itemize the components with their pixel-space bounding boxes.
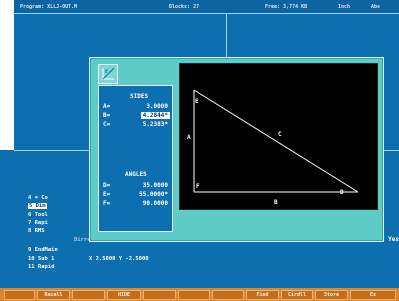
abs-label: Abs: [371, 4, 381, 10]
angle-f-field[interactable]: 90.0000: [141, 200, 170, 207]
angle-e-field[interactable]: 55.0000*: [137, 191, 170, 198]
angles-heading: ANGLES: [125, 171, 147, 178]
triangle-values-panel: SIDES A= 3.0000 B= 4.2844* C= 5.2383* AN…: [98, 85, 173, 232]
angle-d-label: D=: [103, 182, 111, 189]
triangle-tool-icon: [98, 64, 118, 84]
fkey-cirdll[interactable]: Cirdll: [281, 290, 313, 300]
side-a-label: A=: [103, 103, 111, 110]
side-c-field[interactable]: 5.2383*: [141, 121, 170, 128]
triangle-side-c: [193, 89, 359, 193]
list-item[interactable]: 8 RMS: [28, 228, 45, 234]
list-item[interactable]: 11 Rapid: [28, 264, 55, 270]
vertex-d-label: D: [340, 189, 344, 196]
cnc-screen: Program: XLLJ-OUT.M Blocks: 27 Free: 3,7…: [14, 0, 399, 288]
side-c-label: C=: [103, 121, 111, 128]
fkey-7[interactable]: [212, 290, 244, 300]
units-label: Inch: [338, 4, 351, 10]
triangle-solver-dialog: SIDES A= 3.0000 B= 4.2844* C= 5.2383* AN…: [89, 57, 384, 242]
list-item-selected[interactable]: 5 Dim: [28, 203, 47, 209]
list-item[interactable]: 9 EndMain: [28, 247, 58, 253]
fkey-5[interactable]: [143, 290, 176, 300]
list-item[interactable]: 6 Tool: [28, 212, 48, 218]
program-name: Program: XLLJ-OUT.M: [20, 4, 78, 10]
vertex-e-label: E: [195, 98, 199, 105]
fkey-recall[interactable]: Recall: [37, 290, 70, 300]
fkey-6[interactable]: [178, 290, 210, 300]
side-b-mark: B: [274, 199, 278, 206]
free-memory: Free: 3,774 KB: [265, 4, 308, 10]
fkey-hide[interactable]: HIDE: [107, 290, 141, 300]
left-edge-panel: [0, 150, 14, 301]
side-a-field[interactable]: 3.0000: [144, 103, 170, 110]
list-item[interactable]: 4 = Co: [28, 195, 48, 201]
list-item[interactable]: 10 Sub 1: [28, 256, 55, 262]
status-bar: Program: XLLJ-OUT.M Blocks: 27 Free: 3,7…: [14, 0, 399, 14]
rapid-coordinates: X 2.5000 Y -2.5000: [89, 256, 149, 262]
triangle-preview: E F D A B C: [179, 63, 378, 210]
blocks-count: Blocks: 27: [169, 4, 200, 10]
triangle-drawing: E F D A B C: [187, 89, 359, 206]
side-c-mark: C: [278, 131, 282, 138]
fkey-3[interactable]: [72, 290, 105, 300]
fkey-store[interactable]: Store: [315, 290, 348, 300]
sides-heading: SIDES: [130, 93, 149, 100]
fkey-1[interactable]: [4, 290, 35, 300]
side-b-field[interactable]: 4.2844*: [140, 112, 170, 119]
vertex-f-label: F: [196, 183, 200, 190]
angle-e-label: E=: [103, 191, 111, 198]
angle-d-field[interactable]: 35.0000: [141, 182, 170, 189]
angle-f-label: F=: [103, 200, 111, 207]
side-a-mark: A: [187, 134, 191, 141]
fkey-exit[interactable]: Ex: [350, 290, 396, 300]
list-item[interactable]: 7 Rapi: [28, 220, 48, 226]
function-key-bar: Recall HIDE Find Cirdll Store Ex: [0, 288, 399, 301]
side-b-label: B=: [103, 112, 111, 119]
fkey-find[interactable]: Find: [246, 290, 279, 300]
